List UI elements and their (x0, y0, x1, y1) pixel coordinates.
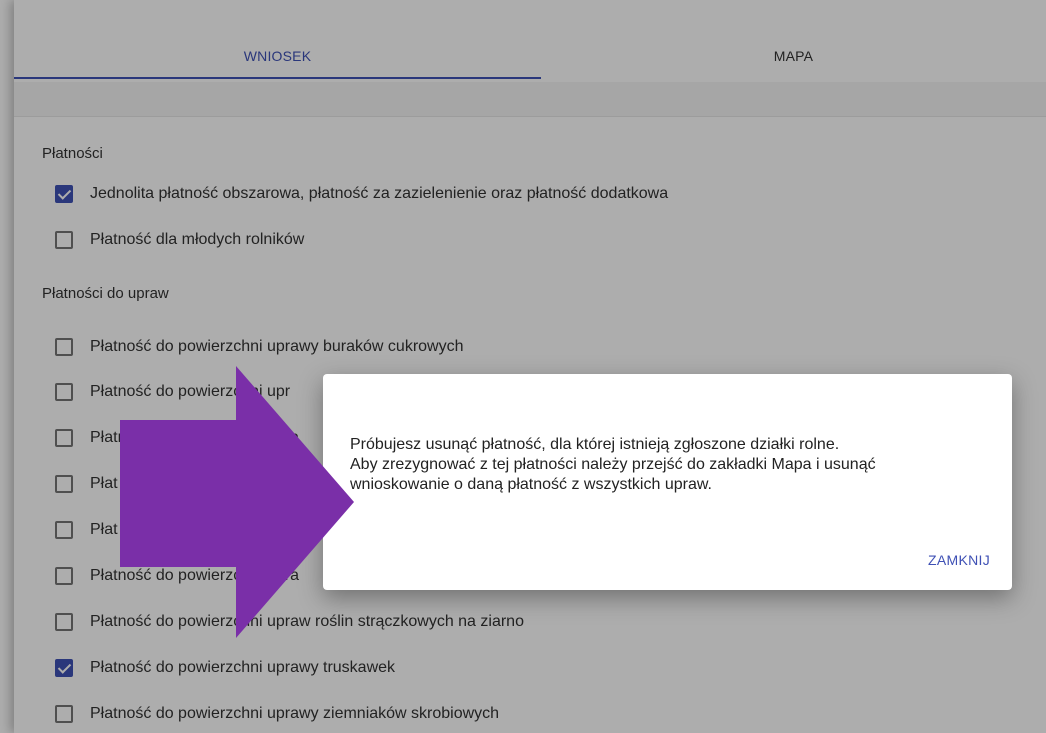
modal-backdrop[interactable] (0, 0, 1046, 733)
alert-dialog: Próbujesz usunąć płatność, dla której is… (323, 374, 1012, 590)
dialog-message-line: Próbujesz usunąć płatność, dla której is… (350, 436, 840, 453)
dialog-message-line: Aby zrezygnować z tej płatności należy p… (350, 456, 876, 473)
dialog-message-line: wnioskowanie o daną płatność z wszystkic… (350, 476, 712, 493)
close-button[interactable]: ZAMKNIJ (928, 552, 990, 568)
screenshot-frame: WNIOSEK MAPA Płatności Jednolita płatnoś… (0, 0, 1046, 733)
dialog-message: Próbujesz usunąć płatność, dla której is… (350, 435, 990, 495)
